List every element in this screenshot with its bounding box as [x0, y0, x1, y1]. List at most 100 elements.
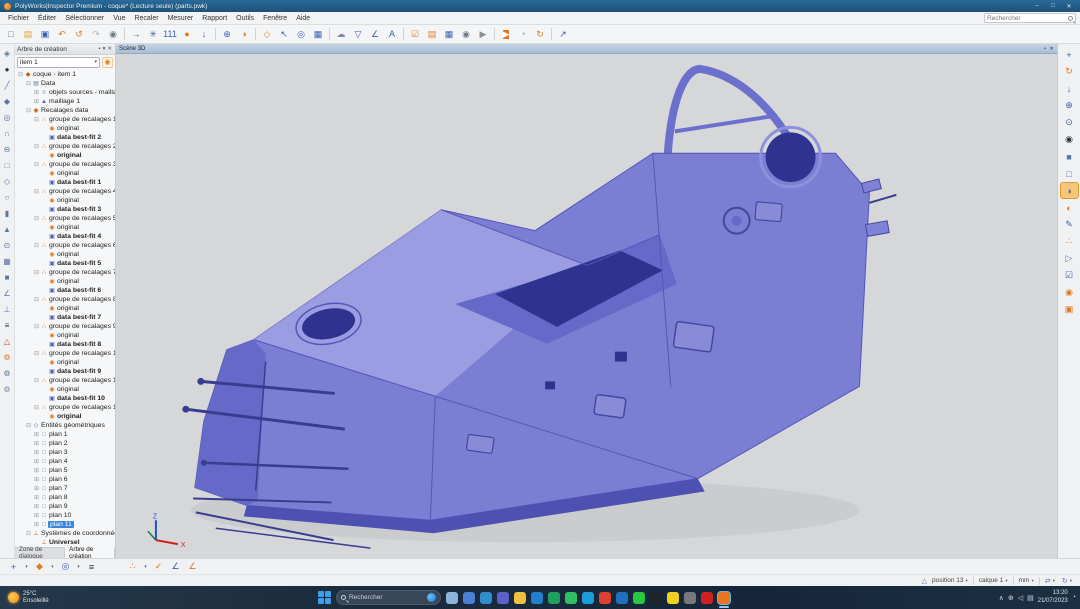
- gauge-button[interactable]: ◇: [259, 26, 275, 42]
- tree-expander-icon[interactable]: ⊟: [25, 80, 32, 87]
- hand-pick-button[interactable]: ▷: [1061, 251, 1078, 266]
- search-input[interactable]: [987, 15, 1068, 22]
- tree-item[interactable]: ⊟ ∴ groupe de recalages 7: [15, 268, 115, 277]
- minimize-icon[interactable]: ▾: [1049, 46, 1054, 52]
- digitize-points-button[interactable]: 111: [162, 26, 178, 42]
- menu-item[interactable]: Fichier: [4, 14, 33, 23]
- item-combobox[interactable]: item 1 ▾: [17, 57, 100, 68]
- tree-item[interactable]: ⊟ ◆ coque - item 1: [15, 70, 115, 79]
- tree-item[interactable]: ⊞ □ plan 3: [15, 448, 115, 457]
- teamviewer-icon[interactable]: [582, 592, 594, 604]
- tree-item[interactable]: ▣ data best-fit 6: [15, 286, 115, 295]
- probe-sphere-button[interactable]: ●: [179, 26, 195, 42]
- ellipse-icon[interactable]: ○: [1, 191, 14, 204]
- tree-item[interactable]: ◉ original: [15, 169, 115, 178]
- tree-expander-icon[interactable]: ⊟: [25, 422, 32, 429]
- android-app-icon[interactable]: [565, 592, 577, 604]
- point-check-button[interactable]: ✓: [151, 559, 166, 574]
- tree-item[interactable]: ◉ original: [15, 331, 115, 340]
- outlook-icon[interactable]: [616, 592, 628, 604]
- spray-paint-caret[interactable]: ▾: [49, 559, 56, 574]
- save-button[interactable]: ▣: [37, 26, 53, 42]
- volume-icon[interactable]: ◁: [1018, 594, 1023, 602]
- line-icon[interactable]: ╱: [1, 79, 14, 92]
- point-icon[interactable]: ●: [1, 63, 14, 76]
- close-button[interactable]: ✕: [1062, 1, 1076, 11]
- spray-paint-button[interactable]: ◆: [32, 559, 47, 574]
- arc-icon[interactable]: ∩: [1, 127, 14, 140]
- weather-widget[interactable]: 25°C Ensoleillé: [0, 591, 57, 605]
- tree-item[interactable]: ◉ original: [15, 412, 115, 421]
- tree-expander-icon[interactable]: ⊞: [33, 458, 40, 465]
- compare-highlight-button[interactable]: ◑: [1061, 183, 1078, 198]
- menu-item[interactable]: Aide: [292, 14, 314, 23]
- play-macro-button[interactable]: ▶: [498, 26, 514, 42]
- update-report-button[interactable]: ↻: [532, 26, 548, 42]
- vscode-icon[interactable]: [531, 592, 543, 604]
- tree-item[interactable]: ⊞ □ plan 10: [15, 511, 115, 520]
- widgets-icon[interactable]: [463, 592, 475, 604]
- pan-view-button[interactable]: +: [1061, 47, 1078, 62]
- notifications-icon[interactable]: ◔: [1072, 594, 1076, 601]
- polyline-alt-button[interactable]: ∠: [185, 559, 200, 574]
- tree-expander-icon[interactable]: ⊟: [33, 377, 40, 384]
- close-icon[interactable]: ✕: [106, 46, 113, 52]
- black-app-icon[interactable]: [650, 592, 662, 604]
- grab-object-button[interactable]: ◉: [1061, 285, 1078, 300]
- tree-item[interactable]: ⊞ □ plan 2: [15, 439, 115, 448]
- tree-item[interactable]: ⊟ ∴ groupe de recalages 2: [15, 142, 115, 151]
- panel-tab[interactable]: Arbre de création: [65, 547, 115, 558]
- tree-item[interactable]: ▣ data best-fit 5: [15, 259, 115, 268]
- minimize-button[interactable]: –: [1030, 1, 1044, 11]
- tree-item[interactable]: ▣ data best-fit 9: [15, 367, 115, 376]
- layer-dropdown[interactable]: calque 1 ▾: [977, 577, 1010, 584]
- disc-icon[interactable]: ◎: [1, 111, 14, 124]
- tree-item[interactable]: ⊟ ◉ Recalages data: [15, 106, 115, 115]
- taskbar-search[interactable]: Rechercher: [336, 590, 441, 605]
- tree-item[interactable]: ⊟ ∴ groupe de recalages 4: [15, 187, 115, 196]
- robot-icon[interactable]: ⊥: [1, 303, 14, 316]
- tree-expander-icon[interactable]: ⊞: [33, 521, 40, 528]
- 3d-scene[interactable]: Z X: [116, 54, 1057, 558]
- tree-item[interactable]: ⊟ ∴ groupe de recalages 6: [15, 241, 115, 250]
- center-view-button[interactable]: ↓: [1061, 81, 1078, 96]
- menu-item[interactable]: Outils: [232, 14, 258, 23]
- cube-icon[interactable]: ■: [1, 271, 14, 284]
- tree-expander-icon[interactable]: ⊞: [33, 485, 40, 492]
- caliper-icon[interactable]: ≡: [1, 319, 14, 332]
- tree-item[interactable]: ⊞ ≡ objets sources - maillage 1: [15, 88, 115, 97]
- tree-item[interactable]: ◉ original: [15, 358, 115, 367]
- sync-button[interactable]: ↻ ▾: [1060, 577, 1074, 585]
- probe-device-button[interactable]: ↓: [196, 26, 212, 42]
- menu-item[interactable]: Vue: [109, 14, 129, 23]
- zoom-tool-button[interactable]: ◎: [293, 26, 309, 42]
- tree-expander-icon[interactable]: ⊟: [33, 350, 40, 357]
- tree-item[interactable]: ⊟ ◇ Entités géométriques: [15, 421, 115, 430]
- tree-item[interactable]: ◉ original: [15, 304, 115, 313]
- tree-item[interactable]: ◉ original: [15, 277, 115, 286]
- tree-expander-icon[interactable]: ⊟: [33, 116, 40, 123]
- fit-view-button[interactable]: ⇄ ▾: [1043, 577, 1057, 585]
- tree-item[interactable]: ▣ data best-fit 8: [15, 340, 115, 349]
- tree-expander-icon[interactable]: ⊞: [33, 89, 40, 96]
- points-cloud-caret[interactable]: ▾: [142, 559, 149, 574]
- probe-angle-button[interactable]: ∠: [367, 26, 383, 42]
- open-project-button[interactable]: ▤: [20, 26, 36, 42]
- tree-item[interactable]: ⊞ ▲ maillage 1: [15, 97, 115, 106]
- tree-item[interactable]: ⊞ □ plan 7: [15, 484, 115, 493]
- report-button[interactable]: ▤: [424, 26, 440, 42]
- tree-item[interactable]: ⊞ □ plan 4: [15, 457, 115, 466]
- network-icon[interactable]: ⊕: [1008, 594, 1014, 602]
- scan-mesh-icon[interactable]: ◈: [1, 47, 14, 60]
- image-scene-button[interactable]: ▶: [475, 26, 491, 42]
- tree-item[interactable]: ⊟ ∴ groupe de recalages 10: [15, 349, 115, 358]
- units-dropdown[interactable]: mm ▾: [1017, 577, 1036, 584]
- tree-item[interactable]: ◉ original: [15, 223, 115, 232]
- pin-icon[interactable]: ▪: [1043, 46, 1047, 52]
- edge-icon[interactable]: [480, 592, 492, 604]
- compare-probe-button[interactable]: ◑: [236, 26, 252, 42]
- tray-chevron-icon[interactable]: ∧: [999, 594, 1004, 602]
- record-macro-button[interactable]: ◔: [515, 26, 531, 42]
- tree-item[interactable]: ⊟ ∴ groupe de recalages 5: [15, 214, 115, 223]
- probe-position-button[interactable]: +: [6, 559, 21, 574]
